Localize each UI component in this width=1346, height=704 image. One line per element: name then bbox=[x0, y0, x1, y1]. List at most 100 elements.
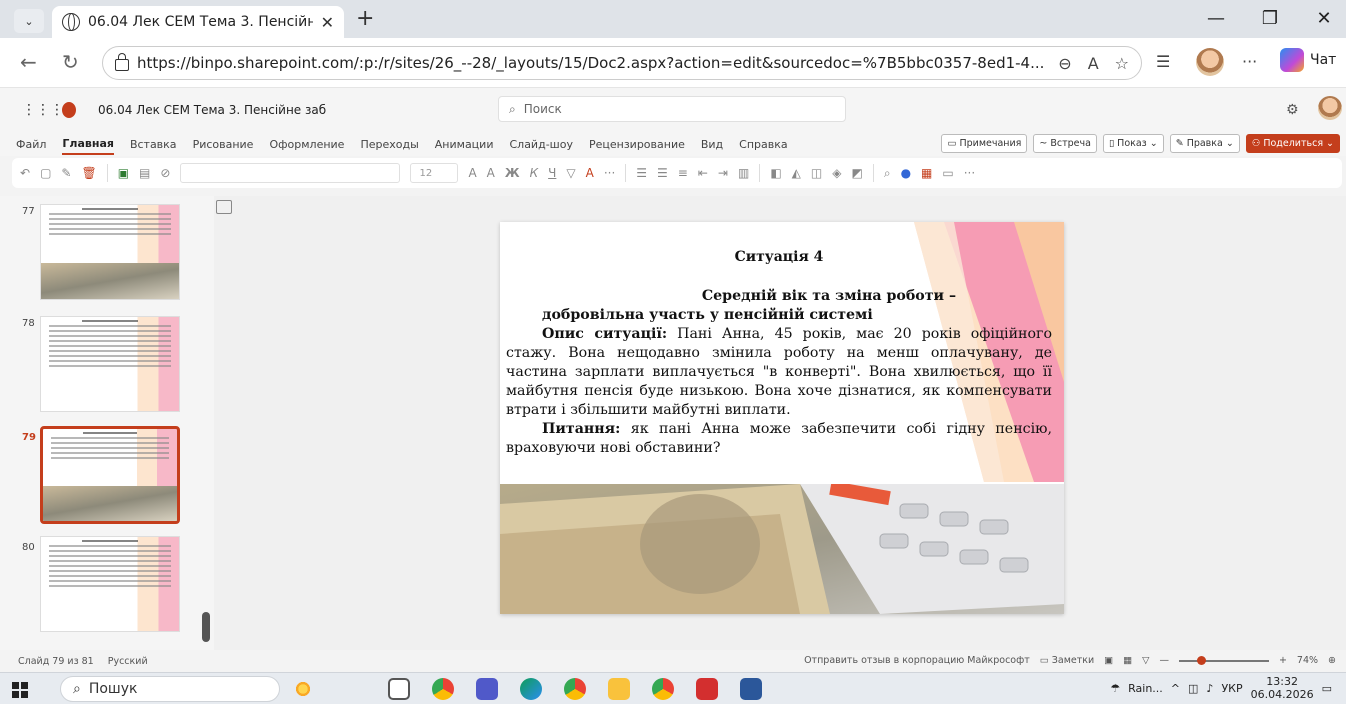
menu-help[interactable]: Справка bbox=[739, 135, 787, 154]
slide[interactable]: Ситуація 4 Середній вік та зміна роботи … bbox=[500, 222, 1064, 614]
menu-transitions[interactable]: Переходы bbox=[360, 135, 418, 154]
clear-format-icon[interactable]: ⊘ bbox=[160, 166, 170, 180]
word-icon[interactable] bbox=[740, 678, 762, 700]
pane-toggle-icon[interactable] bbox=[216, 200, 232, 214]
increase-font-icon[interactable]: A bbox=[468, 166, 476, 180]
acrobat-icon[interactable] bbox=[696, 678, 718, 700]
sorter-view-icon[interactable]: ▦ bbox=[1123, 655, 1132, 666]
dictate-icon[interactable]: ● bbox=[901, 166, 911, 180]
increase-indent-icon[interactable]: ⇥ bbox=[718, 166, 728, 180]
settings-gear-icon[interactable]: ⚙ bbox=[1286, 102, 1299, 118]
font-size-select[interactable]: 12 bbox=[410, 163, 459, 183]
slide-thumbnail[interactable] bbox=[40, 204, 180, 300]
share-button[interactable]: ⚇ Поделиться ⌄ bbox=[1245, 134, 1340, 153]
slide-thumbnail[interactable] bbox=[40, 536, 180, 632]
language-label[interactable]: УКР bbox=[1221, 682, 1242, 695]
zoom-level[interactable]: 74% bbox=[1297, 655, 1318, 666]
notifications-icon[interactable]: ▭ bbox=[1322, 682, 1332, 695]
volume-icon[interactable]: ♪ bbox=[1206, 682, 1213, 695]
menu-insert[interactable]: Вставка bbox=[130, 135, 177, 154]
slide-thumbnail[interactable] bbox=[40, 316, 180, 412]
reading-view-icon[interactable]: ▽ bbox=[1142, 655, 1149, 666]
browser-tab[interactable]: 06.04 Лек СЕМ Тема 3. Пенсійне ✕ bbox=[52, 6, 344, 38]
profile-avatar[interactable] bbox=[1196, 48, 1224, 76]
menu-animations[interactable]: Анимации bbox=[435, 135, 494, 154]
fill-icon[interactable]: ◭ bbox=[792, 166, 801, 180]
edge-icon[interactable] bbox=[520, 678, 542, 700]
zoom-knob[interactable] bbox=[1196, 655, 1206, 665]
show-button[interactable]: ▯ Показ ⌄ bbox=[1102, 134, 1164, 153]
underline-icon[interactable]: Ч bbox=[548, 166, 556, 180]
read-aloud-icon[interactable]: A bbox=[1088, 54, 1099, 73]
weather-label[interactable]: Rain... bbox=[1128, 682, 1163, 695]
taskbar-search[interactable]: ⌕ Пошук bbox=[60, 676, 280, 702]
task-view-icon[interactable] bbox=[388, 678, 410, 700]
columns-icon[interactable]: ▥ bbox=[738, 166, 749, 180]
zoom-icon[interactable]: ⊖ bbox=[1058, 54, 1071, 73]
menu-design[interactable]: Оформление bbox=[269, 135, 344, 154]
zoom-out-icon[interactable]: — bbox=[1159, 655, 1169, 666]
find-icon[interactable]: ⌕ bbox=[884, 166, 891, 181]
favorites-icon[interactable]: ☰ bbox=[1156, 52, 1170, 71]
menu-slideshow[interactable]: Слайд-шоу bbox=[509, 135, 572, 154]
meeting-button[interactable]: ~ Встреча bbox=[1033, 134, 1097, 153]
fit-slide-icon[interactable]: ⊕ bbox=[1328, 655, 1336, 666]
app-launcher-icon[interactable]: ⋮⋮⋮ bbox=[22, 102, 64, 118]
menu-home[interactable]: Главная bbox=[62, 134, 114, 155]
arrange-icon[interactable]: ◩ bbox=[851, 166, 862, 180]
copilot-sparkle-icon[interactable] bbox=[292, 678, 314, 700]
shapes-icon[interactable]: ◧ bbox=[770, 166, 781, 180]
layout-icon[interactable]: ▤ bbox=[139, 166, 150, 180]
back-icon[interactable]: ← bbox=[20, 50, 37, 74]
chrome-other-icon[interactable] bbox=[652, 678, 674, 700]
weather-icon[interactable]: ☂ bbox=[1110, 682, 1120, 695]
align-icon[interactable]: ≡ bbox=[678, 166, 688, 180]
outline-icon[interactable]: ◫ bbox=[811, 166, 822, 180]
paste-icon[interactable]: ▢ bbox=[40, 166, 51, 180]
bold-icon[interactable]: Ж bbox=[505, 166, 520, 180]
comments-button[interactable]: ▭ Примечания bbox=[941, 134, 1028, 153]
decrease-font-icon[interactable]: A bbox=[487, 166, 495, 180]
copilot-chat-button[interactable]: Чат bbox=[1280, 48, 1336, 72]
slide-textbox[interactable]: Ситуація 4 Середній вік та зміна роботи … bbox=[506, 248, 1052, 458]
undo-icon[interactable]: ↶ bbox=[20, 166, 30, 180]
file-explorer-icon[interactable] bbox=[608, 678, 630, 700]
normal-view-icon[interactable]: ▣ bbox=[1104, 655, 1113, 666]
more-options-icon[interactable]: ··· bbox=[964, 166, 975, 180]
menu-draw[interactable]: Рисование bbox=[193, 135, 254, 154]
document-title[interactable]: 06.04 Лек СЕМ Тема 3. Пенсійне заб bbox=[98, 103, 326, 117]
tab-actions-button[interactable]: ⌄ bbox=[14, 9, 44, 33]
feedback-link[interactable]: Отправить отзыв в корпорацию Майкрософт bbox=[804, 655, 1030, 666]
tray-chevron-icon[interactable]: ^ bbox=[1171, 682, 1180, 695]
zoom-slider[interactable] bbox=[1178, 655, 1269, 665]
font-family-select[interactable] bbox=[180, 163, 401, 183]
language-indicator[interactable]: Русский bbox=[108, 656, 148, 667]
more-font-icon[interactable]: ··· bbox=[604, 166, 615, 180]
effects-icon[interactable]: ◈ bbox=[832, 166, 841, 180]
close-tab-icon[interactable]: ✕ bbox=[321, 13, 334, 32]
close-window-button[interactable]: ✕ bbox=[1304, 8, 1344, 29]
clock[interactable]: 13:32 06.04.2026 bbox=[1251, 675, 1314, 701]
decrease-indent-icon[interactable]: ⇤ bbox=[698, 166, 708, 180]
address-bar[interactable]: https://binpo.sharepoint.com/:p:/r/sites… bbox=[102, 46, 1142, 80]
restore-button[interactable]: ❐ bbox=[1250, 8, 1290, 29]
new-tab-button[interactable]: + bbox=[356, 6, 374, 31]
menu-review[interactable]: Рецензирование bbox=[589, 135, 685, 154]
chrome-icon[interactable] bbox=[432, 678, 454, 700]
minimize-button[interactable]: — bbox=[1196, 8, 1236, 29]
thumbnails-scrollbar[interactable] bbox=[202, 612, 210, 642]
numbering-icon[interactable]: ☰ bbox=[657, 166, 668, 180]
slide-thumbnail-active[interactable] bbox=[40, 426, 180, 524]
designer-icon[interactable]: ▦ bbox=[921, 166, 932, 180]
bullets-icon[interactable]: ☰ bbox=[636, 166, 647, 180]
menu-view[interactable]: Вид bbox=[701, 135, 723, 154]
network-icon[interactable]: ◫ bbox=[1188, 682, 1198, 695]
slide-notes-icon[interactable]: ▭ bbox=[942, 166, 953, 180]
zoom-in-icon[interactable]: + bbox=[1279, 655, 1287, 666]
favorite-star-icon[interactable]: ☆ bbox=[1115, 54, 1129, 73]
new-slide-icon[interactable]: ▣ bbox=[118, 166, 129, 180]
windows-start-icon[interactable] bbox=[12, 682, 28, 698]
delete-icon[interactable]: 🗑 bbox=[81, 166, 96, 180]
office-search[interactable]: ⌕ Поиск bbox=[498, 96, 846, 122]
chrome-profile-icon[interactable] bbox=[564, 678, 586, 700]
